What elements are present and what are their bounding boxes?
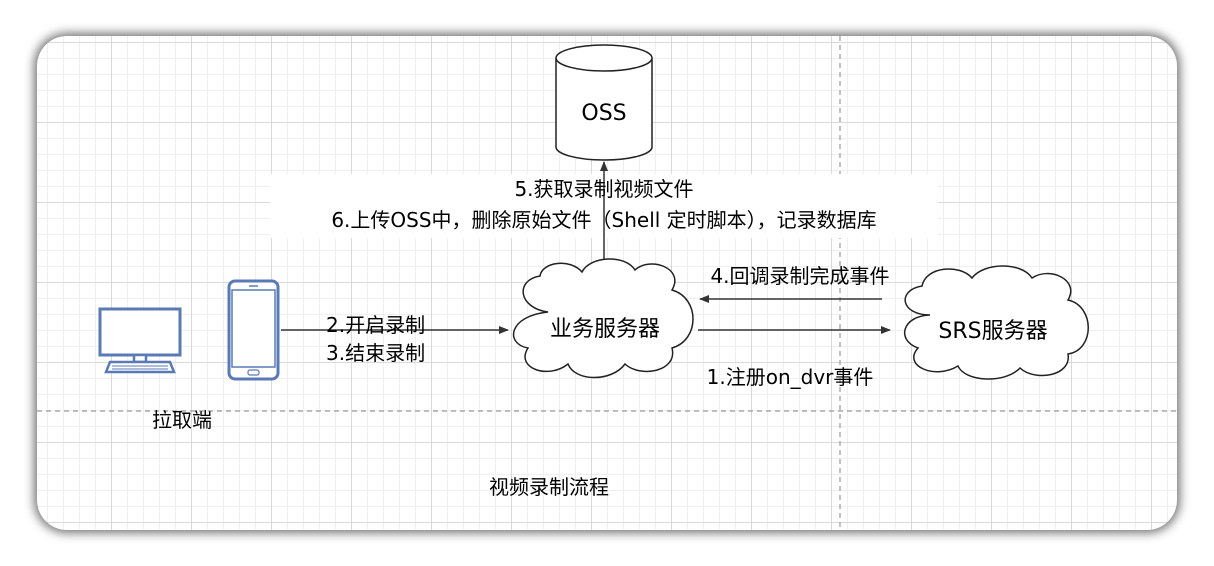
diagram-title: 视频录制流程 xyxy=(489,475,609,499)
step1-label: 1.注册on_dvr事件 xyxy=(707,365,874,389)
step3-label: 3.结束录制 xyxy=(326,341,425,365)
business-server-node[interactable]: 业务服务器 xyxy=(512,258,694,379)
oss-label: OSS xyxy=(581,101,626,126)
srs-server-node[interactable]: SRS服务器 xyxy=(903,265,1089,380)
oss-database-node[interactable]: OSS xyxy=(555,44,653,161)
step4-label: 4.回调录制完成事件 xyxy=(710,264,889,288)
diagram-svg: OSS 5.获取录制视频文件 6.上传OSS中，删除原始文件（Shell 定时脚… xyxy=(37,36,1177,530)
step5-label: 5.获取录制视频文件 xyxy=(514,177,693,201)
step6-label: 6.上传OSS中，删除原始文件（Shell 定时脚本），记录数据库 xyxy=(331,208,876,232)
mobile-phone-icon xyxy=(227,279,280,381)
step2-label: 2.开启录制 xyxy=(326,313,425,337)
srs-server-label: SRS服务器 xyxy=(938,319,1047,344)
business-server-label: 业务服务器 xyxy=(550,317,660,342)
diagram-canvas: OSS 5.获取录制视频文件 6.上传OSS中，删除原始文件（Shell 定时脚… xyxy=(0,0,1214,566)
pull-client-label: 拉取端 xyxy=(152,408,212,432)
desktop-computer-icon xyxy=(98,307,182,374)
